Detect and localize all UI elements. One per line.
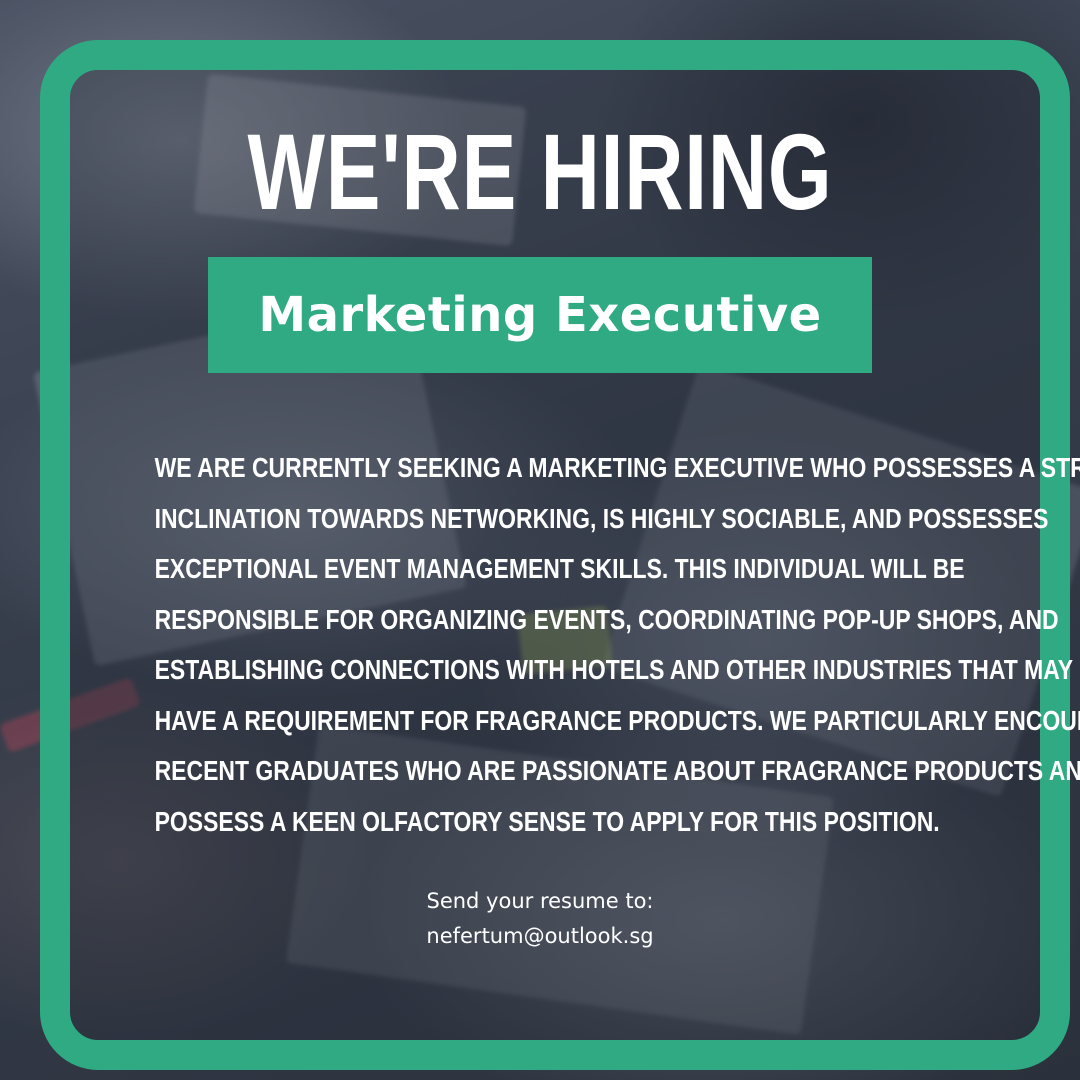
contact-email[interactable]: nefertum@outlook.sg bbox=[0, 919, 1080, 954]
description-line: exceptional event management skills. Thi… bbox=[154, 553, 965, 584]
description-line: possess a keen olfactory sense to apply … bbox=[154, 805, 940, 837]
headline: WE'RE HIRING bbox=[247, 111, 833, 232]
description-line: inclination towards networking, is highl… bbox=[154, 502, 1049, 534]
contact-block: Send your resume to: nefertum@outlook.sg bbox=[0, 884, 1080, 954]
description-line: recent graduates who are passionate abou… bbox=[154, 755, 1080, 786]
contact-label: Send your resume to: bbox=[426, 889, 654, 913]
role-banner: Marketing Executive bbox=[208, 257, 872, 373]
job-description: We are currently seeking a Marketing Exe… bbox=[70, 443, 1080, 847]
description-line: We are currently seeking a Marketing Exe… bbox=[154, 452, 1080, 483]
description-line: have a requirement for fragrance product… bbox=[154, 704, 1080, 736]
description-line: establishing connections with hotels and… bbox=[154, 654, 1074, 685]
description-line: responsible for organizing events, coord… bbox=[154, 603, 1059, 635]
role-title: Marketing Executive bbox=[258, 287, 822, 343]
hiring-poster: WE'RE HIRING Marketing Executive We are … bbox=[0, 0, 1080, 1080]
